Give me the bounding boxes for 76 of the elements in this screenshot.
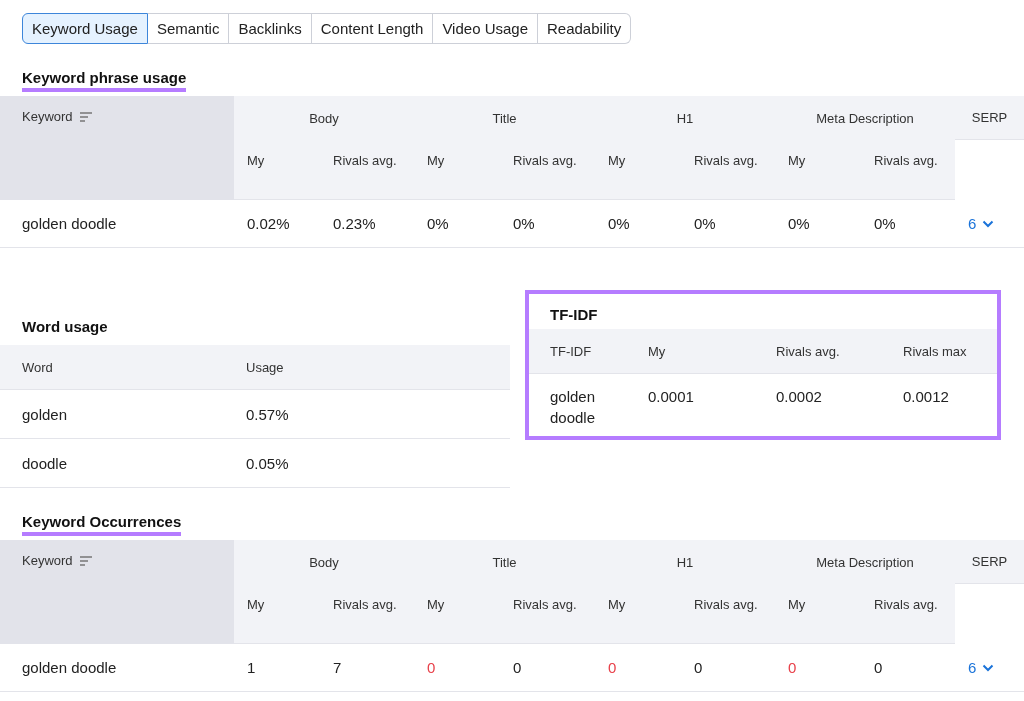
column-header: My xyxy=(595,140,681,200)
table-cell: 0% xyxy=(861,200,955,248)
section-heading: TF-IDF xyxy=(550,305,598,323)
tab[interactable]: Content Length xyxy=(311,13,434,44)
column-group-header: Title xyxy=(414,540,595,584)
table-cell: 1 xyxy=(234,644,320,692)
table-cell: 0% xyxy=(681,200,775,248)
column-header: My xyxy=(234,140,320,200)
column-group-header: Meta Description xyxy=(775,540,955,584)
table-cell-text: 0.0001 xyxy=(648,387,695,407)
column-group-header: H1 xyxy=(595,96,775,140)
column-header: Rivals avg. xyxy=(681,584,775,644)
column-header: My xyxy=(775,140,861,200)
section-heading: Word usage xyxy=(22,317,108,335)
table-cell: 0 xyxy=(500,644,595,692)
sort-icon[interactable] xyxy=(78,555,93,567)
chevron-down-icon xyxy=(982,663,995,672)
table-cell: 0 xyxy=(681,644,775,692)
column-header: Rivals avg. xyxy=(320,140,414,200)
column-header: My xyxy=(414,584,500,644)
column-header: My xyxy=(648,343,667,359)
column-header: Rivals avg. xyxy=(861,584,955,644)
table-cell: 0.23% xyxy=(320,200,414,248)
column-header: Rivals avg. xyxy=(500,140,595,200)
section-heading: Keyword Occurrences xyxy=(22,513,182,536)
table-cell: 0 xyxy=(595,644,681,692)
column-header: My xyxy=(595,584,681,644)
table-cell: 0% xyxy=(500,200,595,248)
table-cell-text: doodle xyxy=(21,454,69,472)
table-cell-text: 0.05% xyxy=(246,454,290,472)
table-cell: 7 xyxy=(320,644,414,692)
table-cell: golden doodle xyxy=(0,200,234,248)
table-cell: 0 xyxy=(861,644,955,692)
column-group-header: Body xyxy=(234,540,414,584)
column-header: SERP xyxy=(955,540,1024,584)
column-group-header: Meta Description xyxy=(775,96,955,140)
column-header: TF-IDF xyxy=(549,343,593,359)
table-cell: 0% xyxy=(775,200,861,248)
column-header: My xyxy=(775,584,861,644)
section-heading: Keyword phrase usage xyxy=(22,69,187,92)
column-header: Word xyxy=(21,359,54,375)
column-group-header: H1 xyxy=(595,540,775,584)
column-header: SERP xyxy=(955,96,1024,140)
column-header: Rivals avg. xyxy=(500,584,595,644)
table-cell: 0 xyxy=(414,644,500,692)
column-group-header: Title xyxy=(414,96,595,140)
column-header-label: Keyword xyxy=(22,553,73,569)
serp-dropdown[interactable]: 6 xyxy=(955,644,1024,692)
tab[interactable]: Backlinks xyxy=(229,13,312,44)
column-header: Rivals avg. xyxy=(681,140,775,200)
tab[interactable]: Semantic xyxy=(147,13,230,44)
column-header: Rivals avg. xyxy=(320,584,414,644)
column-header: Rivals max xyxy=(903,343,968,359)
serp-dropdown[interactable]: 6 xyxy=(955,200,1024,248)
tab[interactable]: Readability xyxy=(538,13,632,44)
tab[interactable]: Video Usage xyxy=(433,13,538,44)
sort-icon[interactable] xyxy=(78,111,93,123)
table-cell-text: 0.0002 xyxy=(776,387,823,407)
column-header: Rivals avg. xyxy=(776,343,841,359)
table-cell-text: golden xyxy=(21,405,69,423)
tab[interactable]: Keyword Usage xyxy=(22,13,148,44)
column-header: My xyxy=(414,140,500,200)
column-header: Usage xyxy=(246,359,285,375)
chevron-down-icon xyxy=(982,219,995,228)
column-header-label: Keyword xyxy=(22,109,73,125)
table-cell: 0.02% xyxy=(234,200,320,248)
table-cell-text: 0.57% xyxy=(246,405,290,423)
table-cell-text: 0.0012 xyxy=(903,387,950,407)
table-cell-text: golden doodle xyxy=(549,387,597,428)
table-cell: golden doodle xyxy=(0,644,234,692)
column-group-header: Body xyxy=(234,96,414,140)
table-cell: 0% xyxy=(595,200,681,248)
table-cell: 0 xyxy=(775,644,861,692)
column-header: Rivals avg. xyxy=(861,140,955,200)
table-cell: 0% xyxy=(414,200,500,248)
column-header: My xyxy=(234,584,320,644)
